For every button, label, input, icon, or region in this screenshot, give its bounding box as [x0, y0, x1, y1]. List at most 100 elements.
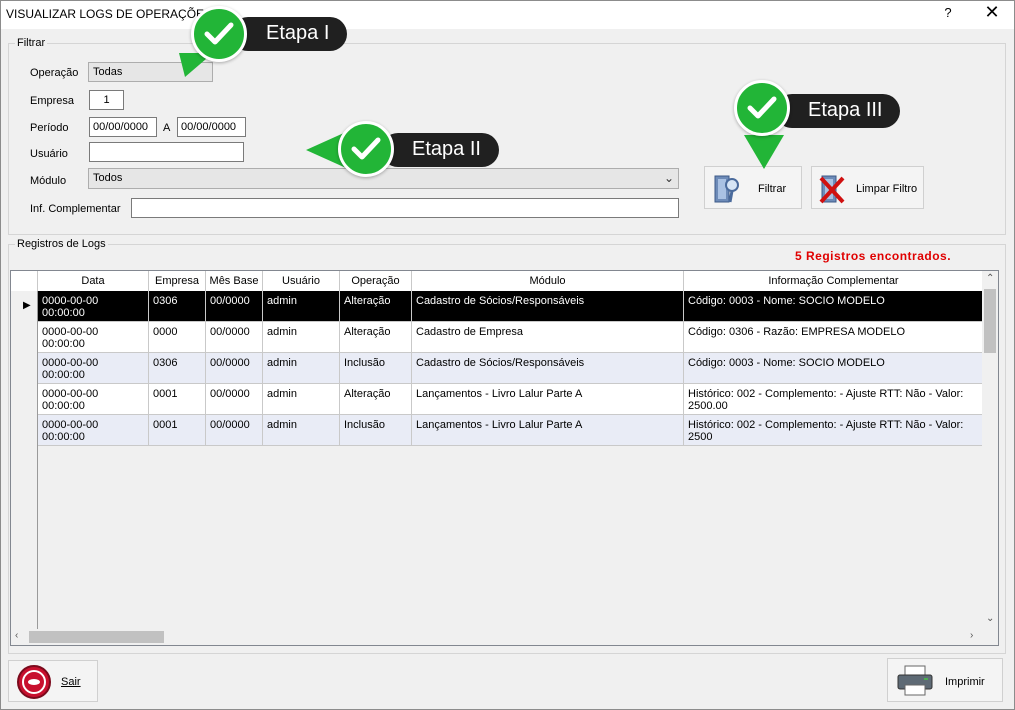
- empresa-field[interactable]: 1: [89, 90, 124, 110]
- cell-modulo: Cadastro de Sócios/Responsáveis: [412, 291, 684, 322]
- row-header[interactable]: [11, 384, 38, 415]
- row-header[interactable]: [11, 415, 38, 446]
- cell-info-complementar: Código: 0306 - Razão: EMPRESA MODELO: [684, 322, 984, 353]
- modulo-select[interactable]: Todos ⌄: [88, 168, 679, 189]
- usuario-label: Usuário: [30, 148, 68, 160]
- operacao-label: Operação: [30, 67, 79, 79]
- col-header-operacao[interactable]: Operação: [340, 271, 412, 291]
- cell-usuario: admin: [263, 322, 340, 353]
- callout-etapa-1: Etapa I: [231, 17, 347, 51]
- row-header[interactable]: [11, 322, 38, 353]
- row-header[interactable]: ▶: [11, 291, 38, 322]
- clear-filter-icon: [819, 175, 845, 204]
- cell-operacao: Alteração: [340, 322, 412, 353]
- current-row-indicator-icon: ▶: [23, 300, 31, 311]
- cell-usuario: admin: [263, 353, 340, 384]
- cell-mes-base: 00/0000: [206, 322, 263, 353]
- callout-etapa-1-text: Etapa I: [266, 22, 330, 44]
- usuario-field[interactable]: [89, 142, 244, 162]
- cell-data: 0000-00-00 00:00:00: [38, 322, 149, 353]
- col-header-info-complementar[interactable]: Informação Complementar: [684, 271, 984, 291]
- cell-modulo: Lançamentos - Livro Lalur Parte A: [412, 384, 684, 415]
- cell-mes-base: 00/0000: [206, 384, 263, 415]
- cell-data: 0000-00-00 00:00:00: [38, 415, 149, 446]
- table-row[interactable]: 0000-00-00 00:00:00 0000 00/0000 admin A…: [11, 322, 984, 353]
- window-title: VISUALIZAR LOGS DE OPERAÇÕES: [6, 7, 213, 21]
- cell-data: 0000-00-00 00:00:00: [38, 291, 149, 322]
- cell-empresa: 0306: [149, 353, 206, 384]
- table-row[interactable]: ▶ 0000-00-00 00:00:00 0306 00/0000 admin…: [11, 291, 984, 322]
- check-icon: [191, 6, 247, 62]
- scroll-down-icon[interactable]: ⌄: [986, 613, 994, 624]
- close-button[interactable]: ✕: [979, 2, 1005, 26]
- cell-empresa: 0001: [149, 384, 206, 415]
- records-count: 5 Registros encontrados.: [795, 249, 952, 263]
- periodo-from-field[interactable]: 00/00/0000: [89, 117, 157, 137]
- cell-info-complementar: Histórico: 002 - Complemento: - Ajuste R…: [684, 415, 984, 446]
- cell-empresa: 0000: [149, 322, 206, 353]
- callout-pointer-3: [744, 135, 784, 169]
- col-header-modulo[interactable]: Módulo: [412, 271, 684, 291]
- periodo-to-field[interactable]: 00/00/0000: [177, 117, 246, 137]
- cell-modulo: Lançamentos - Livro Lalur Parte A: [412, 415, 684, 446]
- help-button[interactable]: ?: [938, 5, 958, 25]
- table-row[interactable]: 0000-00-00 00:00:00 0001 00/0000 admin A…: [11, 384, 984, 415]
- chevron-down-icon: ⌄: [663, 171, 674, 185]
- callout-etapa-3: Etapa III: [775, 94, 900, 128]
- cell-usuario: admin: [263, 291, 340, 322]
- cell-mes-base: 00/0000: [206, 415, 263, 446]
- header-corner: [11, 271, 38, 291]
- col-header-data[interactable]: Data: [38, 271, 149, 291]
- sair-label: Sair: [61, 676, 81, 688]
- horizontal-scrollbar[interactable]: ‹ ›: [11, 629, 984, 645]
- filter-icon: [714, 175, 739, 203]
- row-header[interactable]: [11, 353, 38, 384]
- modulo-value: Todos: [93, 172, 123, 184]
- col-header-mes-base[interactable]: Mês Base: [206, 271, 263, 291]
- cell-operacao: Inclusão: [340, 353, 412, 384]
- table-row[interactable]: 0000-00-00 00:00:00 0306 00/0000 admin I…: [11, 353, 984, 384]
- col-header-empresa[interactable]: Empresa: [149, 271, 206, 291]
- cell-mes-base: 00/0000: [206, 353, 263, 384]
- cell-empresa: 0306: [149, 291, 206, 322]
- check-icon: [734, 80, 790, 136]
- scroll-left-icon[interactable]: ‹: [15, 630, 18, 641]
- vertical-scroll-thumb[interactable]: [984, 289, 996, 353]
- cell-mes-base: 00/0000: [206, 291, 263, 322]
- cell-info-complementar: Histórico: 002 - Complemento: - Ajuste R…: [684, 384, 984, 415]
- inf-complementar-field[interactable]: [131, 198, 679, 218]
- scroll-up-icon[interactable]: ⌃: [986, 273, 994, 284]
- col-header-usuario[interactable]: Usuário: [263, 271, 340, 291]
- cell-usuario: admin: [263, 415, 340, 446]
- cell-empresa: 0001: [149, 415, 206, 446]
- cell-info-complementar: Código: 0003 - Nome: SOCIO MODELO: [684, 291, 984, 322]
- vertical-scrollbar[interactable]: ⌃ ⌄: [982, 271, 998, 629]
- logs-legend: Registros de Logs: [17, 238, 106, 250]
- cell-usuario: admin: [263, 384, 340, 415]
- callout-etapa-2-text: Etapa II: [412, 138, 481, 160]
- imprimir-button[interactable]: Imprimir: [887, 658, 1003, 702]
- horizontal-scroll-thumb[interactable]: [29, 631, 164, 643]
- filtrar-button[interactable]: Filtrar: [704, 166, 802, 209]
- table-row[interactable]: 0000-00-00 00:00:00 0001 00/0000 admin I…: [11, 415, 984, 446]
- modulo-label: Módulo: [30, 175, 67, 187]
- main-window: VISUALIZAR LOGS DE OPERAÇÕES ? ✕ Filtrar…: [0, 0, 1015, 710]
- limpar-filtro-button[interactable]: Limpar Filtro: [811, 166, 924, 209]
- check-icon: [338, 121, 394, 177]
- cell-data: 0000-00-00 00:00:00: [38, 353, 149, 384]
- logs-grid[interactable]: Data Empresa Mês Base Usuário Operação M…: [10, 270, 999, 646]
- title-bar: VISUALIZAR LOGS DE OPERAÇÕES ? ✕: [1, 1, 1014, 29]
- empresa-label: Empresa: [30, 95, 75, 107]
- imprimir-label: Imprimir: [945, 676, 985, 688]
- inf-complementar-label: Inf. Complementar: [30, 203, 121, 215]
- periodo-label: Período: [30, 122, 69, 134]
- printer-icon: [897, 665, 933, 696]
- callout-etapa-3-text: Etapa III: [808, 99, 883, 121]
- power-off-icon: [17, 665, 51, 699]
- sair-button[interactable]: Sair: [8, 660, 98, 702]
- cell-info-complementar: Código: 0003 - Nome: SOCIO MODELO: [684, 353, 984, 384]
- scroll-right-icon[interactable]: ›: [970, 630, 973, 641]
- cell-modulo: Cadastro de Sócios/Responsáveis: [412, 353, 684, 384]
- filtrar-label: Filtrar: [758, 183, 787, 195]
- limpar-filtro-label: Limpar Filtro: [856, 183, 918, 195]
